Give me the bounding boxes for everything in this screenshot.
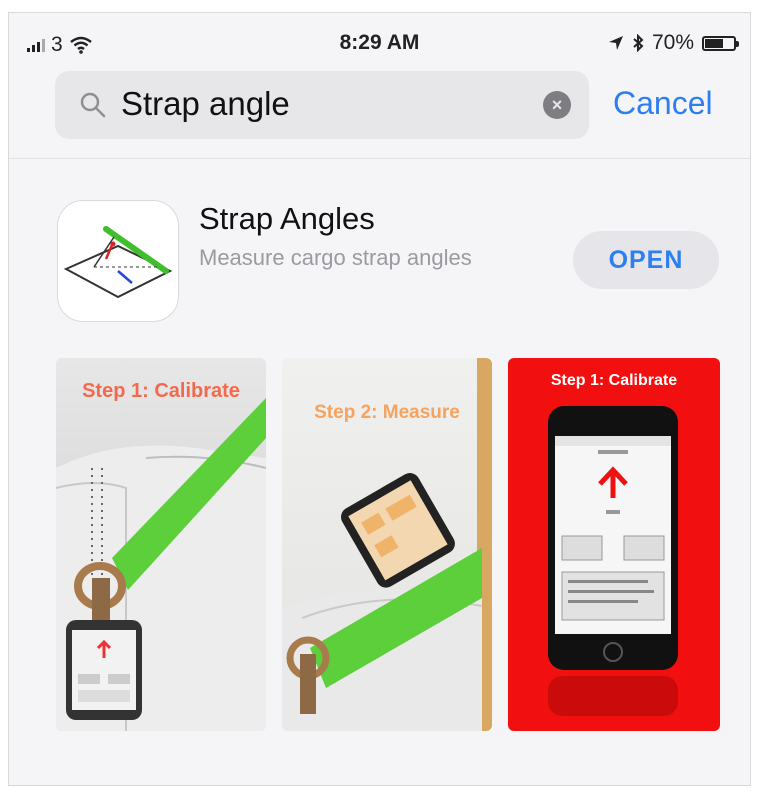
search-input[interactable]: Strap angle [121, 85, 290, 123]
status-bar: 3 8:29 AM 70% [9, 13, 750, 71]
clear-search-icon[interactable]: × [543, 91, 571, 119]
open-button[interactable]: OPEN [573, 231, 719, 289]
app-subtitle: Measure cargo strap angles [199, 245, 472, 270]
calibrate-photo-illustration [56, 398, 266, 731]
battery-icon [702, 35, 739, 51]
battery-percent: 70% [651, 31, 694, 54]
app-screenshot-3[interactable]: Step 1: Calibrate [508, 358, 720, 731]
location-arrow-icon [608, 36, 623, 50]
search-field[interactable]: Strap angle × [55, 71, 589, 139]
shot1-caption: Step 1: Calibrate [82, 380, 240, 402]
phone-mockup-illustration [548, 406, 678, 716]
cancel-button[interactable]: Cancel [613, 85, 713, 122]
app-screenshot-1[interactable]: Step 1: Calibrate [56, 358, 266, 731]
app-screenshot-2[interactable]: Step 2: Measure [282, 358, 492, 731]
search-icon [80, 92, 106, 118]
app-store-screen: 3 8:29 AM 70% Strap angle × Cancel Strap… [8, 12, 751, 786]
app-icon[interactable] [57, 200, 179, 322]
strap-angles-logo-icon [63, 226, 173, 299]
shot2-caption: Step 2: Measure [314, 402, 460, 423]
divider [9, 158, 750, 159]
app-title[interactable]: Strap Angles [199, 201, 375, 237]
bluetooth-icon [633, 34, 644, 52]
shot3-caption: Step 1: Calibrate [550, 372, 678, 389]
